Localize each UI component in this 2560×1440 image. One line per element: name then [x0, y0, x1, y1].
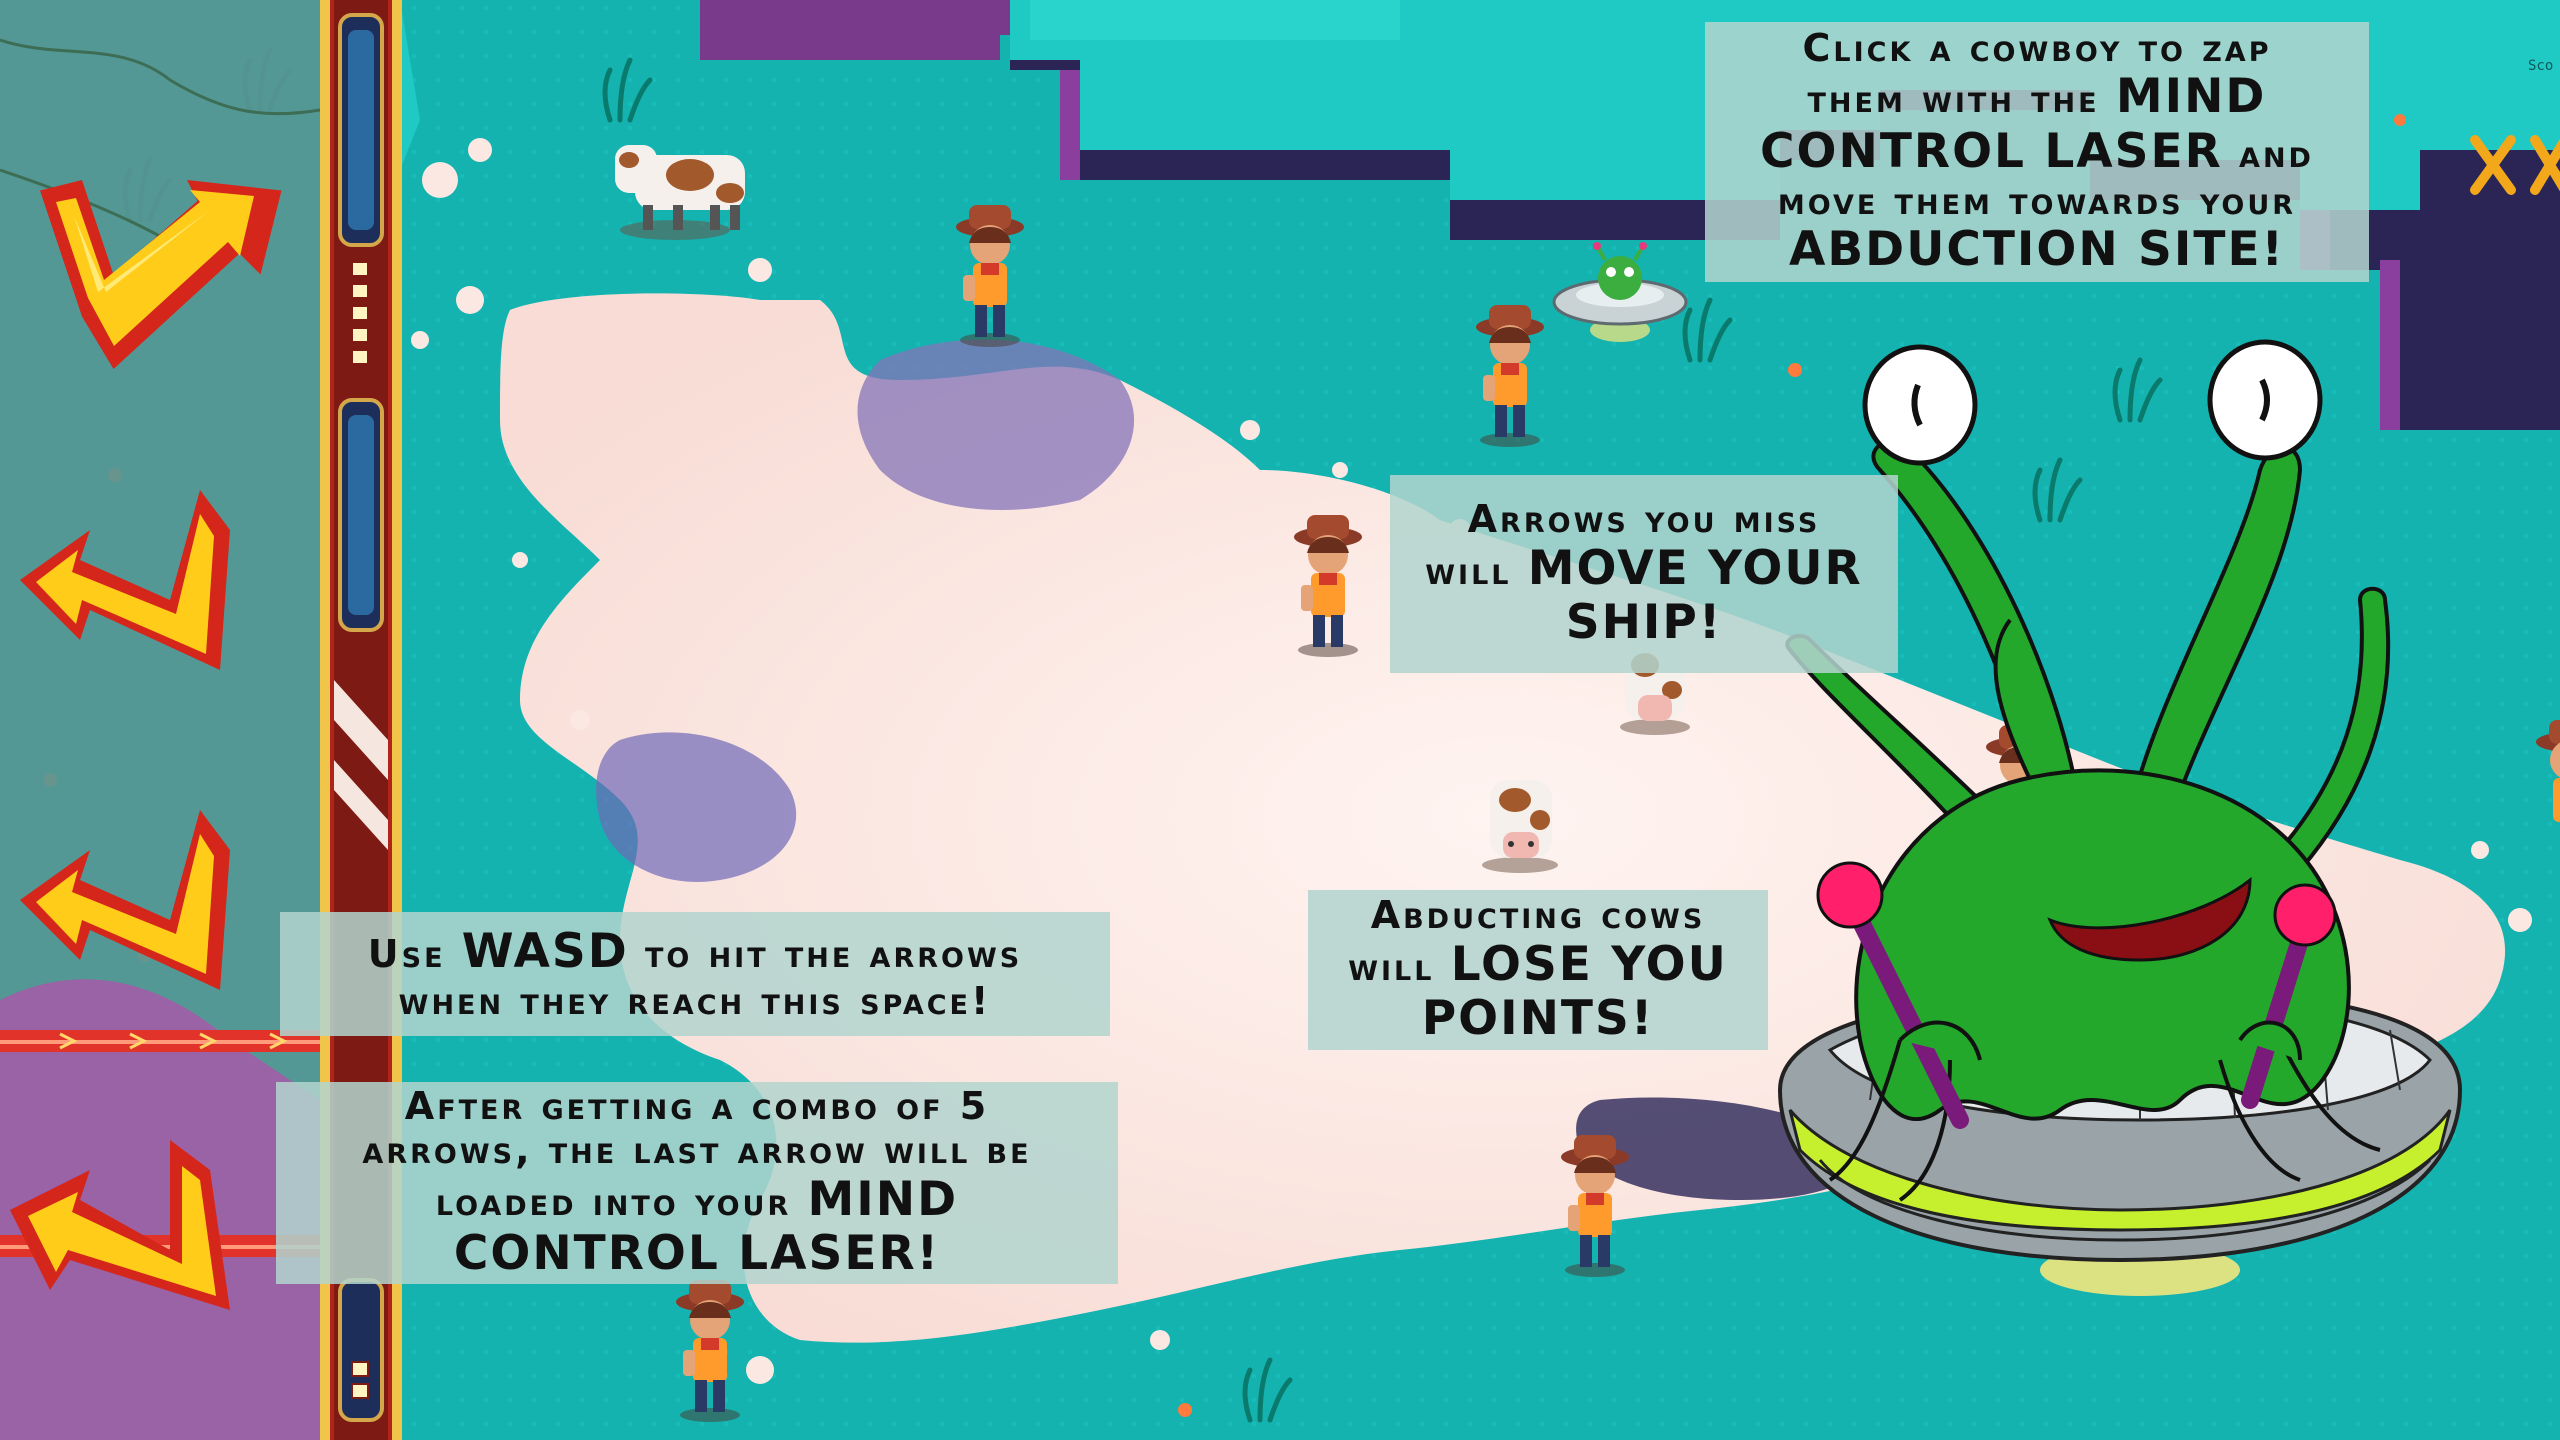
tip-text: loaded into your [435, 1179, 792, 1224]
tip-emphasis: SHIP! [1565, 595, 1723, 651]
tip-emphasis: CONTROL LASER [1760, 123, 2223, 179]
tip-emphasis: MOVE YOUR [1527, 540, 1863, 596]
tip-text: Use [367, 931, 446, 976]
tip-text: Abducting cows [1370, 893, 1706, 938]
tip-combo-laser: After getting a combo of 5 arrows, the l… [276, 1082, 1118, 1284]
tip-emphasis: LOSE YOU [1450, 936, 1728, 992]
tip-text: will [1425, 548, 1512, 593]
tip-text: Click a cowboy to zap [1802, 26, 2272, 71]
tip-text: will [1348, 944, 1435, 989]
tip-text: Arrows you miss [1467, 497, 1821, 542]
tip-text: After getting a combo of 5 [404, 1084, 990, 1129]
tip-emphasis: MIND [807, 1171, 959, 1227]
tip-abducting-cows: Abducting cows will LOSE YOU POINTS! [1308, 890, 1768, 1050]
tip-emphasis: ABDUCTION SITE! [1788, 222, 2285, 278]
game-screen: Click a cowboy to zap them with the MIND… [0, 0, 2560, 1440]
tip-text: arrows, the last arrow will be [362, 1128, 1032, 1173]
tip-emphasis: MIND [2115, 69, 2267, 125]
tip-emphasis: WASD [461, 923, 629, 979]
tip-emphasis: CONTROL LASER! [453, 1226, 941, 1282]
tip-text: them with the [1807, 77, 2100, 122]
tip-text: when they reach this space! [398, 979, 992, 1024]
tip-cowboy-laser: Click a cowboy to zap them with the MIND… [1705, 22, 2369, 282]
tip-emphasis: POINTS! [1421, 991, 1655, 1047]
score-label: Sco [2528, 58, 2554, 74]
tip-text: to hit the arrows [644, 931, 1023, 976]
tip-missed-arrows: Arrows you miss will MOVE YOUR SHIP! [1390, 475, 1898, 673]
tip-text: and [2239, 131, 2314, 176]
tip-text: move them towards your [1777, 179, 2297, 224]
tip-wasd-controls: Use WASD to hit the arrows when they rea… [280, 912, 1110, 1036]
